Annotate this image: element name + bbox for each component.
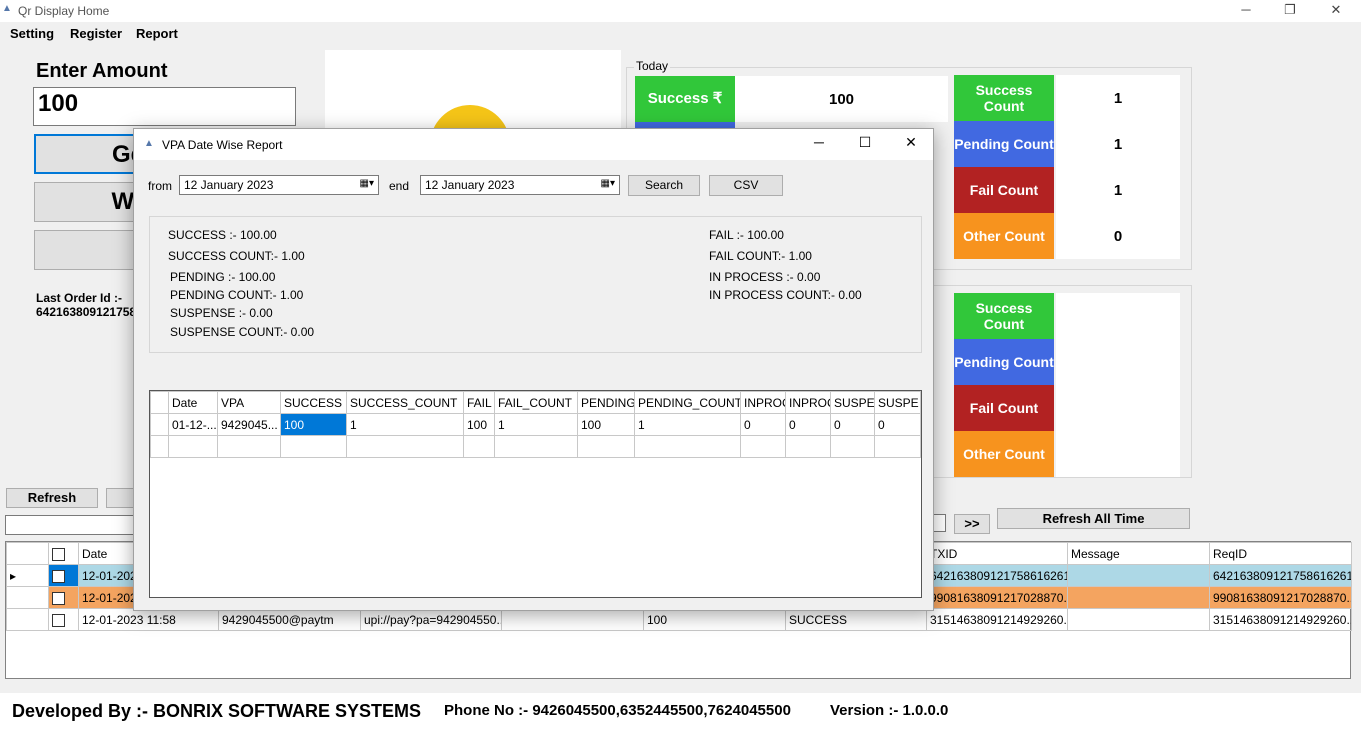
dialog-close-button[interactable]: ✕ <box>896 134 926 151</box>
row-checkbox[interactable] <box>48 564 79 587</box>
select-all-checkbox[interactable] <box>48 542 79 565</box>
col-txid[interactable]: TXID <box>926 542 1068 565</box>
footer-developer: Developed By :- BONRIX SOFTWARE SYSTEMS <box>12 701 422 721</box>
minimize-button[interactable]: ─ <box>1223 0 1269 22</box>
today-pending-count-tile: Pending Count <box>954 121 1054 167</box>
today-pending-count: 1 <box>1056 121 1180 167</box>
col-fail[interactable]: FAIL <box>463 391 495 414</box>
col-suspense[interactable]: SUSPE <box>830 391 875 414</box>
dialog-title: VPA Date Wise Report <box>162 138 283 152</box>
col-vpa[interactable]: VPA <box>217 391 281 414</box>
col-reqid[interactable]: ReqID <box>1209 542 1352 565</box>
today-fail-count: 1 <box>1056 167 1180 213</box>
alltime-pending-count <box>1056 339 1180 385</box>
alltime-other-count-tile: Other Count <box>954 431 1054 477</box>
stat-success-count: SUCCESS COUNT:- 1.00 <box>168 249 305 263</box>
row-checkbox[interactable] <box>48 586 79 609</box>
end-date-picker[interactable]: 12 January 2023 ▦▾ <box>420 175 620 195</box>
alltime-other-count <box>1056 431 1180 477</box>
window-titlebar: ▲ Qr Display Home ─ ❐ ✕ <box>0 0 1361 22</box>
secondary-button[interactable] <box>106 488 136 508</box>
col-suspense-count[interactable]: SUSPE <box>874 391 921 414</box>
window-title: Qr Display Home <box>18 4 110 18</box>
alltime-fail-count-tile: Fail Count <box>954 385 1054 431</box>
alltime-success-count-tile: Success Count <box>954 293 1054 339</box>
amount-input[interactable]: 100 <box>33 87 296 126</box>
dialog-app-icon: ▲ <box>144 138 154 149</box>
vpa-report-dialog: ▲ VPA Date Wise Report ─ ☐ ✕ from 12 Jan… <box>133 128 934 611</box>
footer-version: Version :- 1.0.0.0 <box>830 702 949 719</box>
stat-pending-count: PENDING COUNT:- 1.00 <box>170 288 304 302</box>
col-date[interactable]: Date <box>168 391 218 414</box>
row-checkbox[interactable] <box>48 608 79 631</box>
from-label: from <box>148 179 172 193</box>
footer: Developed By :- BONRIX SOFTWARE SYSTEMS … <box>0 693 1361 729</box>
csv-button[interactable]: CSV <box>709 175 783 196</box>
table-row[interactable]: 01-12-... 9429045... 100 1 100 1 100 1 0… <box>150 413 921 436</box>
dialog-titlebar: ▲ VPA Date Wise Report ─ ☐ ✕ <box>134 129 933 160</box>
summary-panel: SUCCESS :- 100.00 SUCCESS COUNT:- 1.00 P… <box>149 216 922 353</box>
stat-pending: PENDING :- 100.00 <box>170 270 276 284</box>
col-pending-count[interactable]: PENDING_COUNT <box>634 391 741 414</box>
next-page-button[interactable]: >> <box>954 514 990 534</box>
col-pending[interactable]: PENDING <box>577 391 635 414</box>
row-pointer-icon: ▸ <box>6 564 49 587</box>
end-date-value: 12 January 2023 <box>425 178 515 192</box>
dialog-maximize-button[interactable]: ☐ <box>850 134 880 151</box>
new-row[interactable] <box>150 435 921 458</box>
today-success-amount: 100 <box>735 76 948 122</box>
maximize-button[interactable]: ❐ <box>1267 0 1313 22</box>
app-icon: ▲ <box>2 3 12 14</box>
end-label: end <box>389 179 410 193</box>
table-row[interactable]: 12-01-2023 11:58 9429045500@paytm upi://… <box>6 608 1352 631</box>
refresh-all-time-button[interactable]: Refresh All Time <box>997 508 1190 529</box>
from-date-value: 12 January 2023 <box>184 178 274 192</box>
report-grid: Date VPA SUCCESS SUCCESS_COUNT FAIL FAIL… <box>149 390 922 598</box>
today-other-count: 0 <box>1056 213 1180 259</box>
col-inprocess[interactable]: INPROC <box>740 391 786 414</box>
stat-fail: FAIL :- 100.00 <box>709 228 784 242</box>
stat-success: SUCCESS :- 100.00 <box>168 228 277 242</box>
col-message[interactable]: Message <box>1067 542 1210 565</box>
today-success-tile: Success ₹ <box>635 76 735 122</box>
today-fail-count-tile: Fail Count <box>954 167 1054 213</box>
selected-cell[interactable]: 100 <box>280 413 347 436</box>
row-header-cell <box>6 542 49 565</box>
alltime-success-count <box>1056 293 1180 339</box>
footer-phone: Phone No :- 9426045500,6352445500,762404… <box>444 702 791 719</box>
today-success-count-tile: Success Count <box>954 75 1054 121</box>
menu-register[interactable]: Register <box>70 26 122 41</box>
filter-input[interactable] <box>5 515 135 535</box>
col-success[interactable]: SUCCESS <box>280 391 347 414</box>
menu-report[interactable]: Report <box>136 26 178 41</box>
today-success-count: 1 <box>1056 75 1180 121</box>
dialog-minimize-button[interactable]: ─ <box>804 134 834 150</box>
stat-fail-count: FAIL COUNT:- 1.00 <box>709 249 812 263</box>
today-other-count-tile: Other Count <box>954 213 1054 259</box>
menu-bar: Setting Register Report <box>0 24 1361 44</box>
col-fail-count[interactable]: FAIL_COUNT <box>494 391 578 414</box>
today-group-label: Today <box>634 59 671 73</box>
stat-suspense: SUSPENSE :- 0.00 <box>170 306 273 320</box>
report-header-row: Date VPA SUCCESS SUCCESS_COUNT FAIL FAIL… <box>150 391 921 414</box>
col-inprocess-count[interactable]: INPROC <box>785 391 831 414</box>
search-button[interactable]: Search <box>628 175 700 196</box>
from-date-picker[interactable]: 12 January 2023 ▦▾ <box>179 175 379 195</box>
calendar-dropdown-icon[interactable]: ▦▾ <box>601 178 615 189</box>
alltime-pending-count-tile: Pending Count <box>954 339 1054 385</box>
stat-suspense-count: SUSPENSE COUNT:- 0.00 <box>170 325 315 339</box>
menu-setting[interactable]: Setting <box>10 26 54 41</box>
alltime-fail-count <box>1056 385 1180 431</box>
last-order-label: Last Order Id :- <box>36 291 123 305</box>
stat-in-process-count: IN PROCESS COUNT:- 0.00 <box>709 288 862 302</box>
enter-amount-label: Enter Amount <box>36 60 168 82</box>
close-button[interactable]: ✕ <box>1313 0 1359 22</box>
refresh-button[interactable]: Refresh <box>6 488 98 508</box>
stat-in-process: IN PROCESS :- 0.00 <box>709 270 821 284</box>
calendar-dropdown-icon[interactable]: ▦▾ <box>360 178 374 189</box>
col-success-count[interactable]: SUCCESS_COUNT <box>346 391 464 414</box>
